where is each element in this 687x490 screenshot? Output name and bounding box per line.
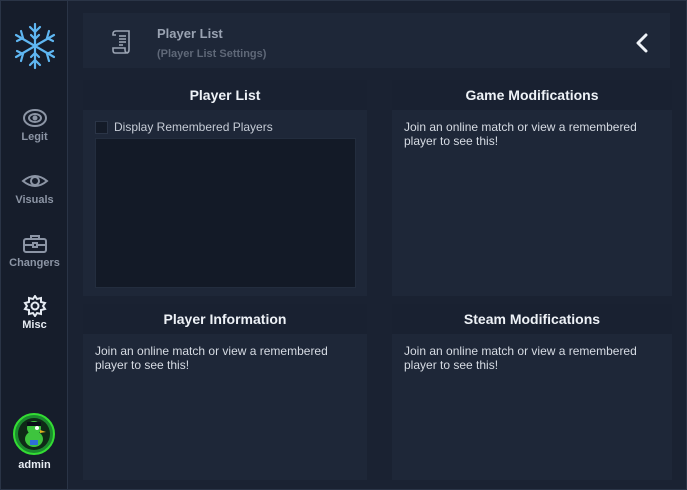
- sidebar-item-visuals[interactable]: Visuals: [1, 170, 68, 206]
- sidebar-item-label: Legit: [21, 131, 48, 143]
- app-window: Legit Visuals Changers Misc admin Player…: [0, 0, 687, 490]
- checkbox-box[interactable]: [95, 120, 108, 134]
- sidebar-item-label: Changers: [9, 257, 60, 269]
- username: admin: [18, 459, 51, 471]
- panel-message: Join an online match or view a remembere…: [404, 344, 637, 372]
- panel-title: Player List: [83, 80, 367, 110]
- snowflake-icon: [12, 21, 58, 71]
- target-icon: [21, 107, 49, 129]
- sidebar-item-misc[interactable]: Misc: [1, 294, 68, 331]
- gear-icon: [21, 294, 49, 318]
- sidebar-item-legit[interactable]: Legit: [1, 107, 68, 143]
- scroll-icon: [111, 29, 133, 55]
- sidebar-item-label: Visuals: [15, 194, 54, 206]
- avatar[interactable]: [13, 413, 55, 455]
- chevron-left-icon[interactable]: [634, 33, 650, 53]
- player-information-panel: Player Information Join an online match …: [83, 304, 367, 480]
- panel-message: Join an online match or view a remembere…: [404, 120, 637, 148]
- panel-message: Join an online match or view a remembere…: [95, 344, 328, 372]
- panel-title: Steam Modifications: [392, 304, 672, 334]
- sidebar: Legit Visuals Changers Misc admin: [1, 1, 68, 489]
- toolbox-icon: [21, 233, 49, 255]
- display-remembered-players-checkbox[interactable]: Display Remembered Players: [95, 120, 355, 134]
- sidebar-item-label: Misc: [22, 319, 47, 331]
- panel-title: Game Modifications: [392, 80, 672, 110]
- page-header: Player List (Player List Settings): [83, 13, 670, 68]
- page-title: Player List: [157, 26, 223, 41]
- page-subtitle: (Player List Settings): [157, 48, 267, 60]
- sidebar-item-changers[interactable]: Changers: [1, 233, 68, 269]
- steam-modifications-panel: Steam Modifications Join an online match…: [392, 304, 672, 480]
- player-list-box[interactable]: [95, 138, 356, 288]
- player-list-panel: Player List Display Remembered Players: [83, 80, 367, 296]
- checkbox-label: Display Remembered Players: [114, 120, 273, 134]
- panel-title: Player Information: [83, 304, 367, 334]
- game-modifications-panel: Game Modifications Join an online match …: [392, 80, 672, 296]
- eye-icon: [20, 170, 49, 192]
